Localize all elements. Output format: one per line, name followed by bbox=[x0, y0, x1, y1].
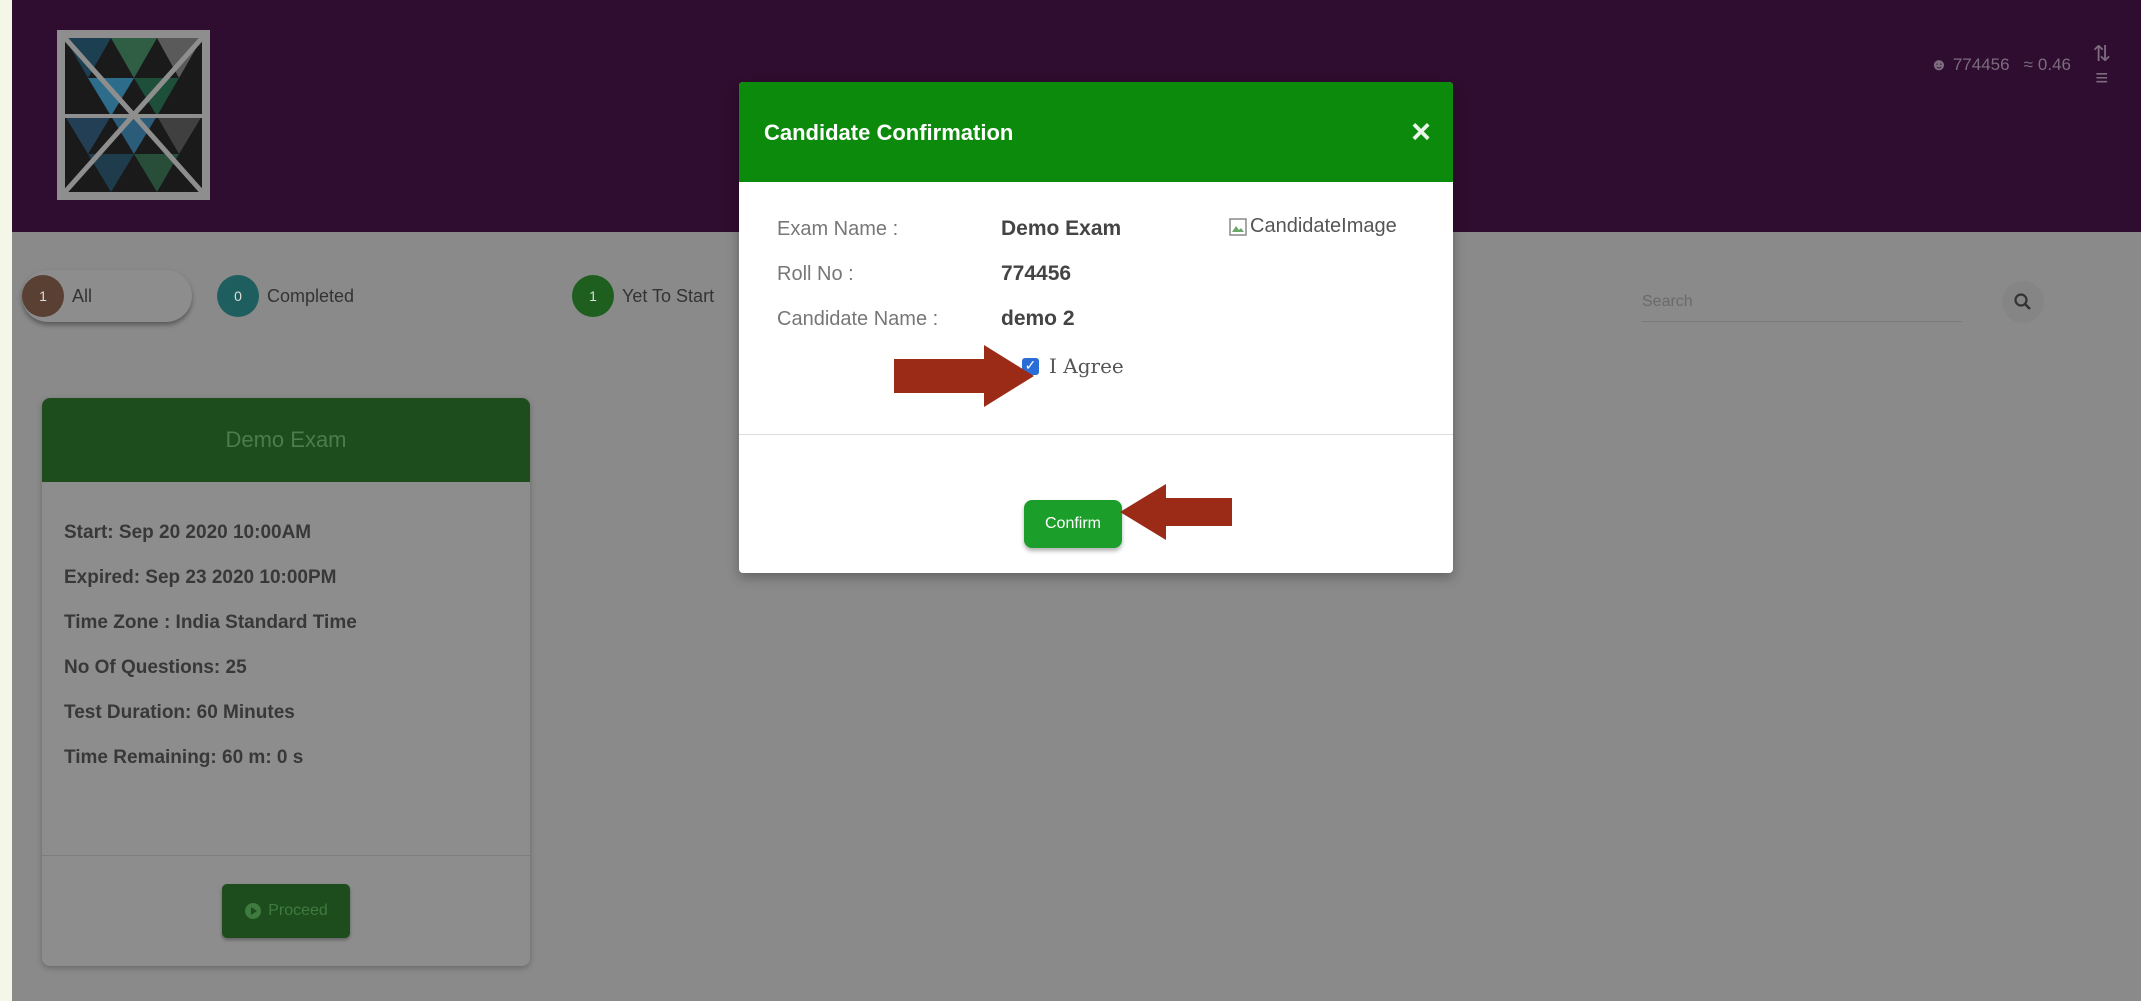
exam-expired: Expired: Sep 23 2020 10:00PM bbox=[64, 567, 337, 588]
filter-completed[interactable]: 0 Completed bbox=[217, 275, 354, 317]
signal-value: 0.46 bbox=[2037, 55, 2071, 74]
roll-no-value: 774456 bbox=[1001, 262, 1072, 285]
play-circle-icon bbox=[245, 903, 262, 919]
logo bbox=[57, 30, 210, 200]
arrow-right-icon bbox=[894, 345, 1034, 407]
exam-start: Start: Sep 20 2020 10:00AM bbox=[64, 522, 312, 543]
search-button[interactable] bbox=[2002, 281, 2044, 323]
exam-name-label: Exam Name : bbox=[777, 218, 899, 240]
hamburger-icon[interactable]: ≡ bbox=[2093, 66, 2111, 90]
roll-no-label: Roll No : bbox=[777, 263, 854, 285]
header-status: ☻ 774456 ≈ 0.46 bbox=[1930, 55, 2071, 75]
logo-icon bbox=[57, 30, 210, 200]
app-frame: ☻ 774456 ≈ 0.46 ⇅ ≡ 1 All 0 Completed 1 … bbox=[12, 0, 2141, 1001]
filter-all[interactable]: 1 All bbox=[22, 270, 192, 322]
filter-yet-label: Yet To Start bbox=[622, 285, 715, 306]
exam-time-zone: Time Zone : India Standard Time bbox=[64, 612, 357, 633]
exam-questions: No Of Questions: 25 bbox=[64, 657, 247, 678]
candidate-confirmation-modal: Candidate Confirmation × Exam Name : Dem… bbox=[739, 82, 1453, 573]
user-id: 774456 bbox=[1952, 55, 2010, 74]
search-icon bbox=[2014, 293, 2031, 310]
filter-yet-count: 1 bbox=[572, 275, 614, 317]
filter-completed-label: Completed bbox=[267, 285, 355, 306]
broken-image-icon bbox=[1229, 217, 1247, 236]
wifi-icon: ≈ bbox=[2023, 55, 2033, 74]
candidate-name-label: Candidate Name : bbox=[777, 308, 939, 330]
confirm-button[interactable]: Confirm bbox=[1024, 500, 1122, 548]
filter-all-label: All bbox=[72, 285, 93, 306]
search-input[interactable]: Search bbox=[1642, 283, 1962, 322]
agree-label: I Agree bbox=[1049, 354, 1124, 378]
candidate-image: CandidateImage bbox=[1229, 215, 1397, 238]
modal-header: Candidate Confirmation × bbox=[739, 82, 1453, 182]
exam-card-footer: Proceed bbox=[42, 855, 530, 966]
filter-completed-count: 0 bbox=[217, 275, 259, 317]
filter-all-count: 1 bbox=[22, 275, 64, 317]
proceed-label: Proceed bbox=[268, 902, 328, 919]
close-icon[interactable]: × bbox=[1411, 112, 1431, 152]
menu-toggle[interactable]: ⇅ ≡ bbox=[2093, 42, 2111, 90]
search-placeholder: Search bbox=[1642, 293, 1693, 310]
candidate-image-alt: CandidateImage bbox=[1250, 215, 1397, 237]
modal-title: Candidate Confirmation bbox=[764, 120, 1014, 145]
filter-yet-to-start[interactable]: 1 Yet To Start bbox=[572, 275, 714, 317]
signal-info: ≈ 0.46 bbox=[2024, 55, 2071, 75]
sort-icon[interactable]: ⇅ bbox=[2093, 42, 2111, 66]
exam-name-value: Demo Exam bbox=[1001, 217, 1122, 240]
exam-card-title: Demo Exam bbox=[42, 398, 530, 482]
candidate-name-value: demo 2 bbox=[1001, 307, 1075, 330]
user-info: ☻ 774456 bbox=[1930, 55, 2010, 75]
proceed-button[interactable]: Proceed bbox=[222, 884, 350, 938]
exam-card: Demo Exam Start: Sep 20 2020 10:00AM Exp… bbox=[42, 398, 530, 966]
exam-duration: Test Duration: 60 Minutes bbox=[64, 702, 295, 723]
user-icon: ☻ bbox=[1929, 55, 1948, 74]
exam-card-details: Start: Sep 20 2020 10:00AM Expired: Sep … bbox=[42, 482, 530, 780]
exam-remaining: Time Remaining: 60 m: 0 s bbox=[64, 747, 304, 768]
modal-divider bbox=[739, 434, 1453, 435]
agree-checkbox-row[interactable]: ✓ I Agree bbox=[1022, 354, 1124, 378]
arrow-left-icon bbox=[1120, 484, 1232, 540]
